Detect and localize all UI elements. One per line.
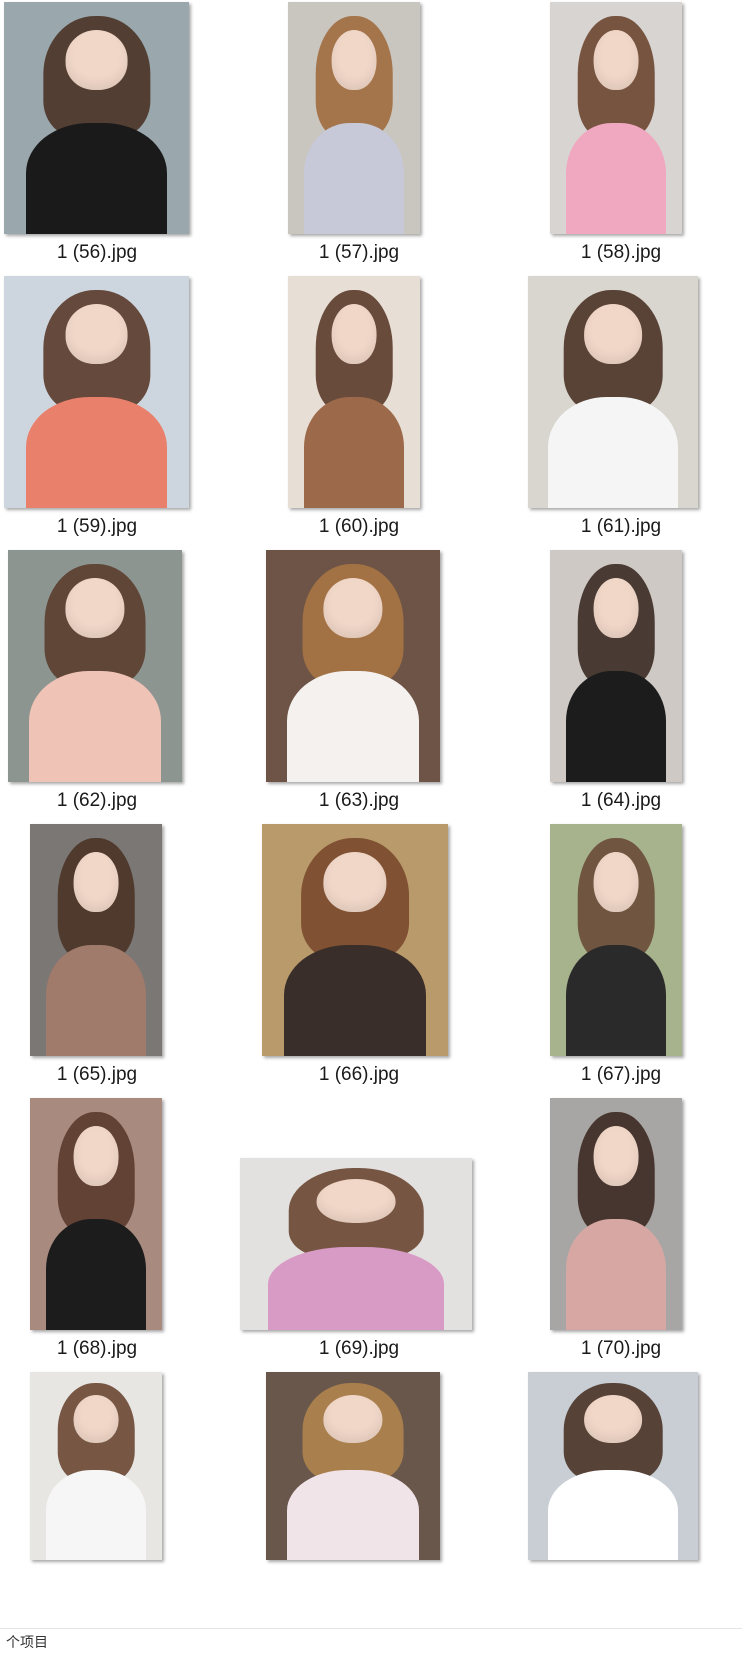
image-thumbnail-icon[interactable] bbox=[240, 1158, 472, 1330]
file-name-label[interactable]: 1 (62).jpg bbox=[0, 790, 212, 812]
photo-body-shape bbox=[303, 122, 405, 234]
image-thumbnail-icon[interactable] bbox=[266, 550, 440, 782]
item-count: 个项目 bbox=[6, 1634, 48, 1650]
file-item[interactable]: 1 (59).jpg bbox=[4, 276, 234, 537]
file-name-label[interactable]: 1 (61).jpg bbox=[506, 516, 736, 538]
image-thumbnail-icon[interactable] bbox=[528, 276, 698, 508]
file-item[interactable]: 1 (56).jpg bbox=[4, 2, 234, 263]
image-thumbnail-icon[interactable] bbox=[4, 276, 189, 508]
file-item[interactable]: 1 (62).jpg bbox=[4, 550, 234, 811]
file-item[interactable]: 1 (61).jpg bbox=[528, 276, 742, 537]
image-thumbnail-icon[interactable] bbox=[550, 1098, 682, 1330]
photo-face-shape bbox=[584, 1394, 642, 1444]
photo-face-shape bbox=[65, 303, 128, 365]
file-item[interactable]: 1 (64).jpg bbox=[528, 550, 742, 811]
photo-body-shape bbox=[284, 944, 426, 1056]
photo-face-shape bbox=[323, 577, 383, 639]
image-thumbnail-icon[interactable] bbox=[30, 1372, 162, 1560]
file-name-label[interactable]: 1 (69).jpg bbox=[244, 1338, 474, 1360]
file-name-label[interactable]: 1 (68).jpg bbox=[0, 1338, 212, 1360]
photo-body-shape bbox=[28, 670, 162, 782]
file-name-label[interactable]: 1 (64).jpg bbox=[506, 790, 736, 812]
status-bar: 个项目 bbox=[0, 1628, 742, 1660]
image-thumbnail-icon[interactable] bbox=[550, 2, 682, 234]
file-item[interactable]: 1 (58).jpg bbox=[528, 2, 742, 263]
photo-face-shape bbox=[331, 303, 377, 365]
file-item[interactable]: 1 (68).jpg bbox=[4, 1098, 234, 1359]
photo-body-shape bbox=[548, 396, 678, 508]
photo-body-shape bbox=[45, 944, 147, 1056]
image-thumbnail-icon[interactable] bbox=[262, 824, 448, 1056]
photo-body-shape bbox=[548, 1469, 678, 1560]
file-name-label[interactable]: 1 (63).jpg bbox=[244, 790, 474, 812]
photo-body-shape bbox=[267, 1247, 445, 1330]
file-item[interactable]: 1 (66).jpg bbox=[262, 824, 496, 1085]
photo-body-shape bbox=[26, 396, 167, 508]
file-item[interactable]: 1 (69).jpg bbox=[240, 1098, 496, 1359]
photo-face-shape bbox=[323, 1394, 383, 1444]
photo-face-shape bbox=[65, 577, 125, 639]
file-name-label[interactable]: 1 (59).jpg bbox=[0, 516, 212, 538]
photo-body-shape bbox=[45, 1469, 147, 1560]
photo-body-shape bbox=[565, 944, 667, 1056]
photo-face-shape bbox=[73, 1125, 119, 1187]
image-thumbnail-icon[interactable] bbox=[550, 550, 682, 782]
image-thumbnail-icon[interactable] bbox=[550, 824, 682, 1056]
file-item[interactable] bbox=[266, 1372, 496, 1632]
file-item[interactable]: 1 (63).jpg bbox=[266, 550, 496, 811]
photo-face-shape bbox=[593, 1125, 639, 1187]
file-name-label[interactable]: 1 (70).jpg bbox=[506, 1338, 736, 1360]
photo-body-shape bbox=[303, 396, 405, 508]
photo-body-shape bbox=[565, 670, 667, 782]
file-name-label[interactable]: 1 (60).jpg bbox=[244, 516, 474, 538]
file-item[interactable]: 1 (57).jpg bbox=[266, 2, 496, 263]
photo-face-shape bbox=[331, 29, 377, 91]
photo-face-shape bbox=[65, 29, 128, 91]
photo-face-shape bbox=[593, 851, 639, 913]
image-thumbnail-icon[interactable] bbox=[288, 276, 420, 508]
file-item[interactable] bbox=[528, 1372, 742, 1632]
photo-body-shape bbox=[565, 1218, 667, 1330]
image-thumbnail-icon[interactable] bbox=[30, 824, 162, 1056]
photo-body-shape bbox=[26, 122, 167, 234]
photo-body-shape bbox=[45, 1218, 147, 1330]
file-item[interactable]: 1 (65).jpg bbox=[4, 824, 234, 1085]
photo-face-shape bbox=[584, 303, 642, 365]
photo-body-shape bbox=[565, 122, 667, 234]
file-item[interactable]: 1 (60).jpg bbox=[266, 276, 496, 537]
file-name-label[interactable]: 1 (65).jpg bbox=[0, 1064, 212, 1086]
file-name-label[interactable]: 1 (58).jpg bbox=[506, 242, 736, 264]
photo-face-shape bbox=[593, 29, 639, 91]
file-item[interactable] bbox=[4, 1372, 234, 1632]
image-thumbnail-icon[interactable] bbox=[4, 2, 189, 234]
file-name-label[interactable]: 1 (67).jpg bbox=[506, 1064, 736, 1086]
file-item[interactable]: 1 (67).jpg bbox=[528, 824, 742, 1085]
file-item[interactable]: 1 (70).jpg bbox=[528, 1098, 742, 1359]
photo-face-shape bbox=[73, 1394, 119, 1444]
image-thumbnail-icon[interactable] bbox=[288, 2, 420, 234]
file-name-label[interactable]: 1 (57).jpg bbox=[244, 242, 474, 264]
photo-face-shape bbox=[73, 851, 119, 913]
photo-face-shape bbox=[593, 577, 639, 639]
file-name-label[interactable]: 1 (66).jpg bbox=[244, 1064, 474, 1086]
photo-body-shape bbox=[286, 1469, 420, 1560]
image-thumbnail-icon[interactable] bbox=[528, 1372, 698, 1560]
photo-face-shape bbox=[323, 851, 387, 913]
photo-body-shape bbox=[286, 670, 420, 782]
image-thumbnail-icon[interactable] bbox=[8, 550, 182, 782]
image-thumbnail-icon[interactable] bbox=[266, 1372, 440, 1560]
photo-face-shape bbox=[316, 1178, 396, 1224]
file-name-label[interactable]: 1 (56).jpg bbox=[0, 242, 212, 264]
image-thumbnail-icon[interactable] bbox=[30, 1098, 162, 1330]
